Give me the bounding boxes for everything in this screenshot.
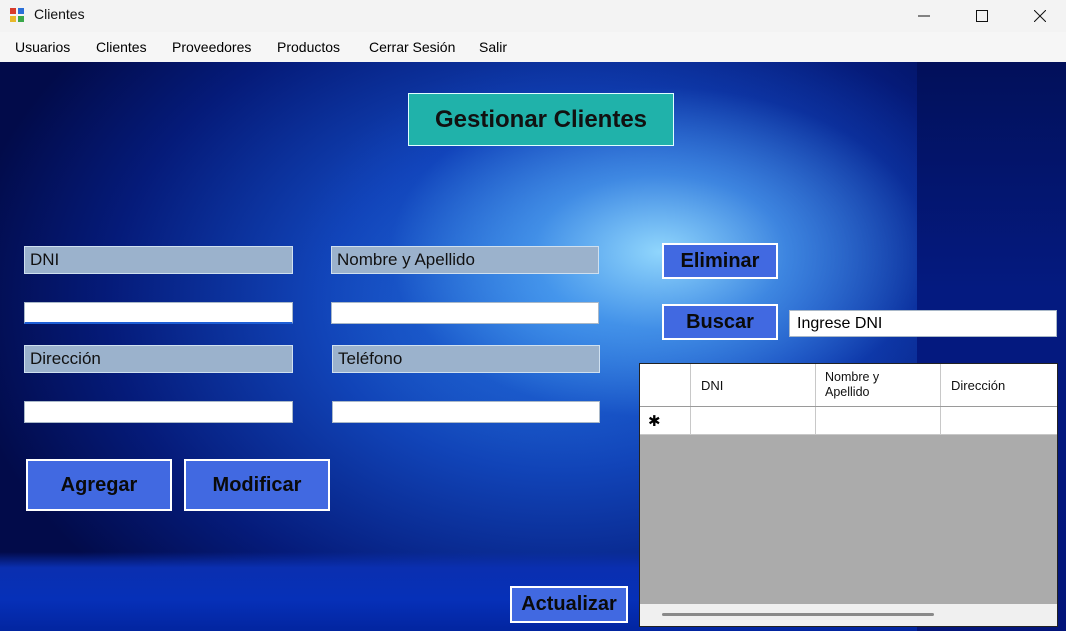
new-row[interactable]: ✱ xyxy=(640,407,1057,435)
menu-salir[interactable]: Salir xyxy=(479,39,507,55)
actualizar-button[interactable]: Actualizar xyxy=(510,586,628,623)
buscar-button[interactable]: Buscar xyxy=(662,304,778,340)
title-bar: Clientes xyxy=(0,0,1066,32)
modificar-button[interactable]: Modificar xyxy=(184,459,330,511)
close-icon xyxy=(1034,10,1046,22)
column-header-direccion[interactable]: Dirección xyxy=(941,364,1057,406)
dni-label: DNI xyxy=(24,246,293,274)
minimize-icon xyxy=(918,15,930,17)
nombre-label: Nombre y Apellido xyxy=(331,246,599,274)
nombre-input[interactable] xyxy=(331,302,599,324)
page-title: Gestionar Clientes xyxy=(408,93,674,146)
telefono-label: Teléfono xyxy=(332,345,600,373)
new-row-cell-nombre[interactable] xyxy=(816,407,941,434)
grid-header: DNI Nombre y Apellido Dirección xyxy=(640,364,1057,407)
menu-usuarios[interactable]: Usuarios xyxy=(15,39,70,55)
menu-proveedores[interactable]: Proveedores xyxy=(172,39,251,55)
dni-input[interactable] xyxy=(24,302,293,324)
menu-bar: Usuarios Clientes Proveedores Productos … xyxy=(0,32,1066,62)
new-row-marker: ✱ xyxy=(640,407,691,434)
menu-productos[interactable]: Productos xyxy=(277,39,340,55)
telefono-input[interactable] xyxy=(332,401,600,423)
direccion-input[interactable] xyxy=(24,401,293,423)
menu-cerrar-sesion[interactable]: Cerrar Sesión xyxy=(369,39,455,55)
search-dni-input[interactable] xyxy=(789,310,1057,337)
window-title: Clientes xyxy=(34,6,85,22)
column-header-dni[interactable]: DNI xyxy=(691,364,816,406)
column-header-nombre[interactable]: Nombre y Apellido xyxy=(816,364,941,406)
new-row-cell-dni[interactable] xyxy=(691,407,816,434)
new-row-cell-direccion[interactable] xyxy=(941,407,1057,434)
direccion-label: Dirección xyxy=(24,345,293,373)
app-icon xyxy=(10,8,24,22)
row-header-corner xyxy=(640,364,691,406)
eliminar-button[interactable]: Eliminar xyxy=(662,243,778,279)
clientes-grid[interactable]: DNI Nombre y Apellido Dirección ✱ xyxy=(639,363,1058,627)
agregar-button[interactable]: Agregar xyxy=(26,459,172,511)
horizontal-scrollbar[interactable] xyxy=(640,604,1057,626)
close-button[interactable] xyxy=(1011,0,1066,32)
menu-clientes[interactable]: Clientes xyxy=(96,39,147,55)
scrollbar-thumb[interactable] xyxy=(662,613,934,616)
minimize-button[interactable] xyxy=(895,0,953,32)
maximize-button[interactable] xyxy=(953,0,1011,32)
maximize-icon xyxy=(976,10,988,22)
